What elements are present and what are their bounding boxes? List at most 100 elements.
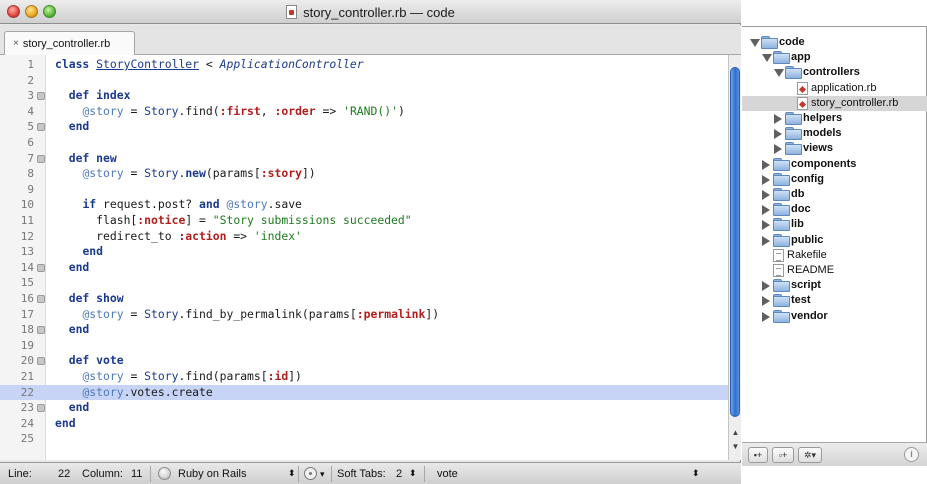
code-line[interactable]: 10 if request.post? and @story.save xyxy=(0,197,728,213)
disclosure-closed-icon[interactable] xyxy=(762,296,770,307)
code-line[interactable]: 19 xyxy=(0,338,728,354)
code-token: class xyxy=(55,57,90,71)
title-bar[interactable]: story_controller.rb — code xyxy=(0,0,741,24)
code-line[interactable]: 8 @story = Story.new(params[:story]) xyxy=(0,166,728,182)
tree-item-application-rb[interactable]: application.rb xyxy=(742,81,927,96)
disclosure-closed-icon[interactable] xyxy=(762,159,770,170)
fold-toggle-icon[interactable] xyxy=(37,326,45,335)
vertical-scrollbar[interactable]: ▲ ▼ xyxy=(728,55,741,460)
code-line[interactable]: 21 @story = Story.find(params[:id]) xyxy=(0,369,728,385)
fold-toggle-icon[interactable] xyxy=(37,404,45,413)
tree-item-views[interactable]: views xyxy=(742,141,927,156)
new-folder-button[interactable]: ▫+ xyxy=(772,447,794,463)
disclosure-closed-icon[interactable] xyxy=(762,220,770,231)
code-editor[interactable]: 1 class StoryController < ApplicationCont… xyxy=(0,55,728,460)
soft-tabs-arrows-icon[interactable]: ⬍ xyxy=(409,468,417,479)
language-bundle-icon xyxy=(158,467,171,480)
code-line[interactable]: 23 end xyxy=(0,400,728,416)
tree-item-helpers[interactable]: helpers xyxy=(742,111,927,126)
code-line[interactable]: 14 end xyxy=(0,260,728,276)
disclosure-closed-icon[interactable] xyxy=(762,281,770,292)
line-number: 20 xyxy=(20,354,34,368)
tree-item-doc[interactable]: doc xyxy=(742,202,927,217)
bundle-gear-icon[interactable] xyxy=(304,467,317,480)
tree-item-code[interactable]: code xyxy=(742,35,927,50)
fold-toggle-icon[interactable] xyxy=(37,263,45,272)
disclosure-open-icon[interactable] xyxy=(774,69,784,78)
disclosure-open-icon[interactable] xyxy=(762,54,772,63)
code-line[interactable]: 25 xyxy=(0,431,728,447)
tree-item-test[interactable]: test xyxy=(742,293,927,308)
code-line[interactable]: 24 end xyxy=(0,416,728,432)
code-line[interactable]: 20 def vote xyxy=(0,353,728,369)
code-line[interactable]: 5 end xyxy=(0,119,728,135)
code-token: ]) xyxy=(288,369,302,383)
soft-tabs-value[interactable]: 2 xyxy=(396,468,402,480)
code-text: class StoryController < ApplicationContr… xyxy=(55,57,364,73)
tree-item-config[interactable]: config xyxy=(742,172,927,187)
disclosure-closed-icon[interactable] xyxy=(762,205,770,216)
folder-icon xyxy=(773,188,790,201)
tab-story-controller[interactable]: × story_controller.rb xyxy=(4,31,135,55)
tree-item-app[interactable]: app xyxy=(742,50,927,65)
disclosure-closed-icon[interactable] xyxy=(774,114,782,124)
code-line[interactable]: 1 class StoryController < ApplicationCont… xyxy=(0,57,728,73)
tree-item-db[interactable]: db xyxy=(742,187,927,202)
gear-menu-arrow-icon[interactable]: ▾ xyxy=(320,469,325,480)
disclosure-closed-icon[interactable] xyxy=(774,144,782,155)
symbol-select-arrows-icon[interactable]: ⬍ xyxy=(692,468,700,479)
disclosure-closed-icon[interactable] xyxy=(762,235,770,246)
disclosure-closed-icon[interactable] xyxy=(762,190,770,200)
action-menu-button[interactable]: ✲▾ xyxy=(798,447,822,463)
code-line[interactable]: 6 xyxy=(0,135,728,151)
line-number: 4 xyxy=(27,104,34,118)
disclosure-open-icon[interactable] xyxy=(750,39,760,47)
new-file-button[interactable]: ▪+ xyxy=(748,447,768,463)
code-line[interactable]: 13 end xyxy=(0,244,728,260)
scroll-down-arrow-icon[interactable]: ▼ xyxy=(731,441,740,453)
info-icon[interactable]: i xyxy=(904,447,919,462)
scroll-up-arrow-icon[interactable]: ▲ xyxy=(731,427,740,439)
tree-item-lib[interactable]: lib xyxy=(742,217,927,232)
tree-item-rakefile[interactable]: Rakefile xyxy=(742,248,927,263)
disclosure-closed-icon[interactable] xyxy=(774,129,782,140)
code-line[interactable]: 11 flash[:notice] = "Story submissions s… xyxy=(0,213,728,229)
code-line[interactable]: 17 @story = Story.find_by_permalink(para… xyxy=(0,307,728,323)
code-line[interactable]: 22 @story.votes.create xyxy=(0,384,728,401)
code-line[interactable]: 7 def new xyxy=(0,151,728,167)
tree-item-story-controller-rb[interactable]: story_controller.rb xyxy=(742,95,927,111)
code-line[interactable]: 2 xyxy=(0,73,728,89)
line-number: 14 xyxy=(20,260,34,274)
tree-item-models[interactable]: models xyxy=(742,126,927,141)
code-line[interactable]: 3 def index xyxy=(0,88,728,104)
fold-toggle-icon[interactable] xyxy=(37,357,45,366)
tree-item-controllers[interactable]: controllers xyxy=(742,65,927,80)
code-token: @story xyxy=(82,384,124,399)
language-select-arrows-icon[interactable]: ⬍ xyxy=(288,468,296,479)
disclosure-closed-icon[interactable] xyxy=(762,174,770,185)
fold-toggle-icon[interactable] xyxy=(37,123,45,132)
code-text: end xyxy=(55,244,103,260)
tree-item-vendor[interactable]: vendor xyxy=(742,309,927,324)
disclosure-closed-icon[interactable] xyxy=(762,311,770,322)
code-token: ] = xyxy=(185,213,213,227)
scrollbar-thumb[interactable] xyxy=(730,67,740,417)
status-bar: Line: 22 Column: 11 Ruby on Rails ⬍ ▾ So… xyxy=(0,462,741,484)
language-select[interactable]: Ruby on Rails xyxy=(178,468,246,480)
symbol-select[interactable]: vote xyxy=(437,468,458,480)
fold-toggle-icon[interactable] xyxy=(37,154,45,163)
tree-item-components[interactable]: components xyxy=(742,157,927,172)
tab-close-icon[interactable]: × xyxy=(13,38,19,49)
fold-toggle-icon[interactable] xyxy=(37,295,45,303)
code-line[interactable]: 16 def show xyxy=(0,291,728,307)
tree-item-public[interactable]: public xyxy=(742,233,927,248)
code-line[interactable]: 9 xyxy=(0,182,728,198)
code-line[interactable]: 15 xyxy=(0,275,728,291)
code-line[interactable]: 18 end xyxy=(0,322,728,338)
tree-item-readme[interactable]: README xyxy=(742,263,927,278)
code-line[interactable]: 12 redirect_to :action => 'index' xyxy=(0,229,728,245)
fold-toggle-icon[interactable] xyxy=(37,92,45,101)
tree-item-script[interactable]: script xyxy=(742,278,927,293)
code-line[interactable]: 4 @story = Story.find(:first, :order => … xyxy=(0,104,728,120)
code-token: Story xyxy=(144,103,179,118)
